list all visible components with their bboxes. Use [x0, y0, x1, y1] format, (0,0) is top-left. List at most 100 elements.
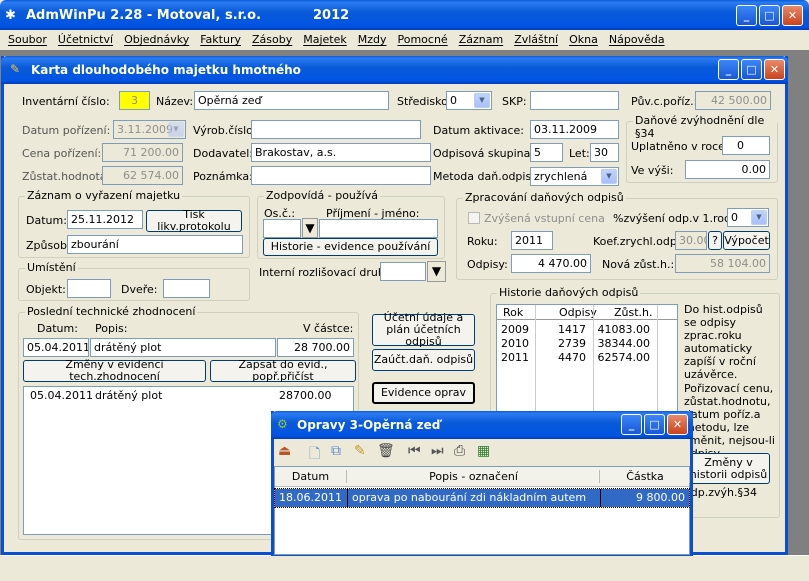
- tech-row-popis: drátěný plot: [95, 389, 163, 402]
- print-icon[interactable]: ⎙: [454, 443, 465, 459]
- chevron-down-icon[interactable]: ▼: [601, 169, 617, 184]
- table-row[interactable]: 2009 1417 41083.00: [497, 323, 677, 337]
- historie-row-odpisy: 4470: [558, 351, 586, 364]
- menu-item-8[interactable]: Záznam: [459, 33, 503, 46]
- odp-skupina-field[interactable]: 5: [530, 143, 563, 162]
- table-row[interactable]: 05.04.2011 drátěný plot 28700.00: [24, 389, 353, 403]
- opravy-icon: ⚙: [277, 417, 288, 431]
- uplatneno-label: Uplatněno v roce:: [631, 140, 729, 153]
- koef-field: 30.00: [675, 231, 707, 250]
- new-icon[interactable]: 🗋: [309, 443, 320, 467]
- ucetni-udaje-button[interactable]: Účetní údaje a plán účetních odpisů: [372, 312, 475, 348]
- table-row[interactable]: 2010 2739 38344.00: [497, 337, 677, 351]
- interni-field[interactable]: [380, 262, 426, 281]
- card-minimize-button[interactable]: _: [718, 59, 739, 80]
- objekt-field[interactable]: [67, 279, 111, 298]
- historie-title: Historie daňových odpisů: [497, 286, 641, 299]
- status-bar: [0, 555, 809, 581]
- metoda-select[interactable]: zrychlená ▼: [530, 167, 619, 186]
- last-record-icon[interactable]: ⏭: [431, 443, 444, 459]
- koef-help-button[interactable]: ?: [708, 231, 722, 250]
- first-record-icon[interactable]: ⏮: [408, 443, 421, 459]
- table-row[interactable]: 18.06.2011 oprava po nabourání zdi náklad…: [274, 488, 690, 508]
- opravy-maximize-button[interactable]: □: [644, 414, 665, 435]
- menu-item-11[interactable]: Nápověda: [609, 33, 665, 46]
- zmeny-tech-button[interactable]: Změny v evidenci tech.zhodnocení: [23, 359, 206, 383]
- zauct-button[interactable]: Zaúčt.daň. odpisů: [372, 349, 475, 371]
- roku-field[interactable]: 2011: [511, 231, 553, 250]
- osc-dropdown-icon[interactable]: ▼: [302, 218, 318, 238]
- menu-item-0[interactable]: Soubor: [8, 33, 47, 46]
- menu-item-2[interactable]: Objednávky: [124, 33, 189, 46]
- menu-item-1[interactable]: Účetnictví: [58, 33, 113, 46]
- tech-datum-header: Datum:: [37, 322, 78, 335]
- opravy-close-button[interactable]: ✕: [667, 414, 688, 435]
- osc-field[interactable]: [263, 219, 301, 238]
- odpisy-field[interactable]: 4 470.00: [511, 254, 591, 273]
- poznamka-field[interactable]: [251, 166, 431, 185]
- stredisko-select[interactable]: 0 ▼: [446, 91, 492, 110]
- edit-icon[interactable]: ✎: [354, 443, 366, 459]
- opravy-header-cell: Datum: [275, 470, 347, 483]
- historie-header-cell: Zůst.h.: [614, 306, 653, 319]
- tech-popis-header: Popis:: [95, 322, 128, 335]
- inventarni-cislo-field[interactable]: 3: [119, 91, 150, 110]
- close-button[interactable]: ✕: [782, 5, 803, 26]
- delete-icon[interactable]: 🗑: [377, 443, 395, 459]
- vyrazeni-title: Záznam o vyřazení majetku: [25, 189, 183, 202]
- zodpovida-title: Zodpovídá - používá: [264, 189, 380, 202]
- historie-row-rok: 2011: [501, 351, 529, 364]
- zvysena-checkbox[interactable]: [468, 212, 480, 224]
- vyrob-field[interactable]: [251, 120, 421, 139]
- maximize-button[interactable]: □: [759, 5, 780, 26]
- vypocet-button[interactable]: Výpočet: [723, 231, 770, 250]
- minimize-button[interactable]: _: [736, 5, 757, 26]
- menu-item-6[interactable]: Mzdy: [358, 33, 387, 46]
- dvere-field[interactable]: [163, 279, 210, 298]
- menu-item-3[interactable]: Faktury: [200, 33, 241, 46]
- ve-vysi-field[interactable]: 0.00: [685, 160, 770, 179]
- app-icon: ✱: [5, 8, 16, 23]
- zvyseni-label: %zvýšení odp.v 1.roce:: [613, 212, 741, 225]
- card-maximize-button[interactable]: □: [741, 59, 762, 80]
- interni-dropdown-icon[interactable]: ▼: [427, 261, 446, 282]
- poznamka-label: Poznámka:: [193, 170, 253, 183]
- zpusob-field[interactable]: zbourání: [67, 235, 243, 254]
- copy-icon[interactable]: ⧉: [331, 443, 341, 459]
- exit-icon[interactable]: ⏏: [278, 443, 291, 459]
- table-row[interactable]: 2011 4470 62574.00: [497, 351, 677, 365]
- let-field[interactable]: 30: [590, 143, 619, 162]
- chevron-down-icon[interactable]: ▼: [474, 93, 490, 108]
- excel-icon[interactable]: ▦: [477, 443, 490, 459]
- historie-pouzivani-button[interactable]: Historie - evidence používání: [263, 238, 438, 256]
- zmeny-historie-button[interactable]: Změny v historii odpisů: [687, 453, 770, 484]
- historie-header: Rok Odpisy Zůst.h.: [497, 305, 677, 320]
- opravy-header-cell: Popis - označení: [348, 470, 600, 483]
- tech-popis-field[interactable]: drátěný plot: [90, 338, 276, 357]
- historie-row-odpisy: 1417: [558, 323, 586, 336]
- app-titlebar: ✱ AdmWinPu 2.28 - Motoval, s.r.o. 2012 _…: [0, 0, 809, 30]
- tisk-protokolu-button[interactable]: Tisk likv.protokolu: [146, 209, 242, 233]
- menu-item-5[interactable]: Majetek: [303, 33, 347, 46]
- datum-aktivace-field[interactable]: 03.11.2009: [530, 120, 619, 139]
- card-titlebar: ✎ Karta dlouhodobého majetku hmotného _ …: [1, 56, 788, 84]
- skp-field[interactable]: [530, 91, 619, 110]
- evidence-oprav-button[interactable]: Evidence oprav: [372, 382, 475, 404]
- uplatneno-field[interactable]: 0: [722, 136, 770, 155]
- vyrazeni-datum-field[interactable]: 25.11.2012: [67, 210, 143, 229]
- menu-item-7[interactable]: Pomocné: [398, 33, 448, 46]
- prijmeni-field[interactable]: [319, 219, 438, 238]
- zapsat-button[interactable]: Zapsat do evid., popř.přičíst: [210, 359, 356, 383]
- menu-item-4[interactable]: Zásoby: [252, 33, 292, 46]
- nazev-field[interactable]: Opěrná zeď: [194, 91, 389, 110]
- menu-item-10[interactable]: Okna: [569, 33, 598, 46]
- tech-datum-field[interactable]: 05.04.2011: [23, 338, 89, 357]
- menu-item-9[interactable]: Zvláštní: [514, 33, 558, 46]
- dodavatel-field[interactable]: Brakostav, a.s.: [251, 143, 431, 162]
- opravy-minimize-button[interactable]: _: [621, 414, 642, 435]
- zvyseni-select[interactable]: 0 ▼: [727, 208, 769, 227]
- tech-row-castka: 28700.00: [279, 389, 332, 402]
- chevron-down-icon[interactable]: ▼: [751, 210, 767, 225]
- card-close-button[interactable]: ✕: [764, 59, 785, 80]
- tech-castka-field[interactable]: 28 700.00: [277, 338, 354, 357]
